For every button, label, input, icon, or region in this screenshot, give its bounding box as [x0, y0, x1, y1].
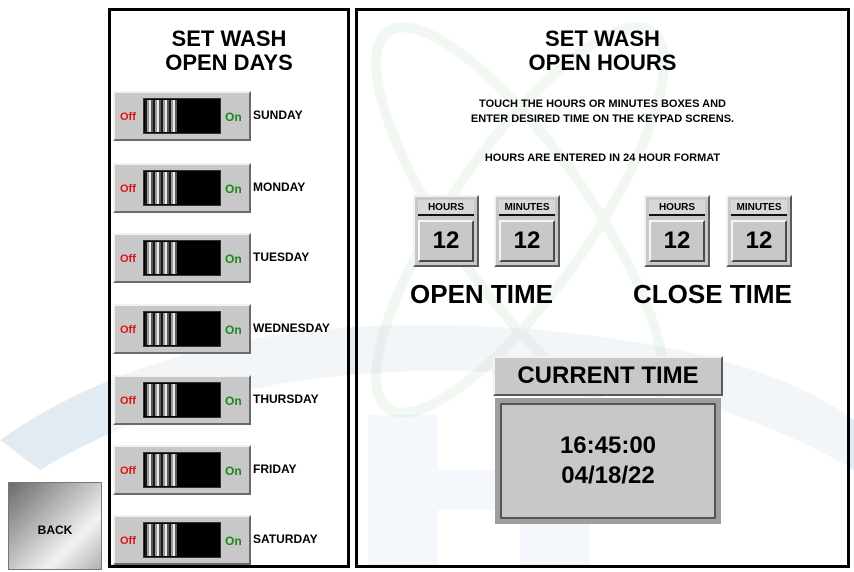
on-label: On [225, 182, 242, 196]
toggle-body [143, 98, 221, 134]
open-time-label: OPEN TIME [410, 279, 554, 309]
toggle-lever [145, 242, 177, 274]
day-row-friday: Off On FRIDAY [113, 445, 349, 495]
instructions-line1: TOUCH THE HOURS OR MINUTES BOXES AND [479, 98, 726, 110]
current-time-frame: 16:45:00 04/18/22 [495, 398, 721, 524]
toggle-lever [145, 384, 177, 416]
off-label: Off [120, 535, 136, 547]
day-label-friday: FRIDAY [253, 462, 297, 476]
minutes-label: MINUTES [731, 200, 787, 216]
toggle-body [143, 452, 221, 488]
open-hours-title: SET WASH OPEN HOURS [358, 27, 847, 75]
open-hours-title-line2: OPEN HOURS [528, 50, 677, 75]
saturday-toggle-switch[interactable]: Off On [113, 515, 251, 565]
toggle-body [143, 311, 221, 347]
on-label: On [225, 534, 242, 548]
toggle-lever [145, 100, 177, 132]
back-button-label: BACK [37, 523, 73, 537]
instructions-text: TOUCH THE HOURS OR MINUTES BOXES AND ENT… [358, 97, 847, 127]
friday-toggle-switch[interactable]: Off On [113, 445, 251, 495]
wednesday-toggle-switch[interactable]: Off On [113, 304, 251, 354]
hours-label: HOURS [649, 200, 705, 216]
day-row-monday: Off On MONDAY [113, 163, 349, 213]
open-hours-title-line1: SET WASH [545, 26, 660, 51]
off-label: Off [120, 465, 136, 477]
toggle-body [143, 240, 221, 276]
open-hours-panel: SET WASH OPEN HOURS TOUCH THE HOURS OR M… [355, 8, 850, 568]
day-row-saturday: Off On SATURDAY [113, 515, 349, 565]
on-label: On [225, 464, 242, 478]
day-label-sunday: SUNDAY [253, 108, 303, 122]
open-days-panel: SET WASH OPEN DAYS Off On SUNDAY Off On … [108, 8, 350, 568]
toggle-lever [145, 524, 177, 556]
current-time-readout: 16:45:00 04/18/22 [500, 403, 716, 519]
toggle-body [143, 170, 221, 206]
toggle-lever [145, 172, 177, 204]
toggle-lever [145, 454, 177, 486]
off-label: Off [120, 324, 136, 336]
instructions-line2: ENTER DESIRED TIME ON THE KEYPAD SCRENS. [470, 113, 735, 125]
minutes-label: MINUTES [499, 200, 555, 216]
toggle-lever [145, 313, 177, 345]
day-label-saturday: SATURDAY [253, 532, 318, 546]
off-label: Off [120, 183, 136, 195]
on-label: On [225, 323, 242, 337]
day-label-wednesday: WEDNESDAY [253, 321, 330, 335]
off-label: Off [120, 111, 136, 123]
current-time-value: 16:45:00 [559, 432, 657, 459]
day-label-monday: MONDAY [253, 180, 306, 194]
off-label: Off [120, 395, 136, 407]
day-label-tuesday: TUESDAY [253, 250, 310, 264]
toggle-body [143, 522, 221, 558]
close-hours-value: 12 [649, 220, 705, 262]
close-minutes-box[interactable]: MINUTES 12 [726, 195, 792, 267]
day-row-thursday: Off On THURSDAY [113, 375, 349, 425]
monday-toggle-switch[interactable]: Off On [113, 163, 251, 213]
on-label: On [225, 394, 242, 408]
thursday-toggle-switch[interactable]: Off On [113, 375, 251, 425]
day-label-thursday: THURSDAY [253, 392, 319, 406]
format-note: HOURS ARE ENTERED IN 24 HOUR FORMAT [484, 152, 721, 164]
sunday-toggle-switch[interactable]: Off On [113, 91, 251, 141]
back-button[interactable]: BACK [8, 482, 102, 570]
open-hours-box[interactable]: HOURS 12 [413, 195, 479, 267]
current-date-value: 04/18/22 [561, 462, 655, 489]
open-minutes-box[interactable]: MINUTES 12 [494, 195, 560, 267]
on-label: On [225, 252, 242, 266]
day-row-sunday: Off On SUNDAY [113, 91, 349, 141]
open-minutes-value: 12 [499, 220, 555, 262]
on-label: On [225, 110, 242, 124]
current-time-display: CURRENT TIME 16:45:00 04/18/22 [493, 356, 723, 528]
day-row-wednesday: Off On WEDNESDAY [113, 304, 349, 354]
toggle-body [143, 382, 221, 418]
hours-label: HOURS [418, 200, 474, 216]
tuesday-toggle-switch[interactable]: Off On [113, 233, 251, 283]
day-row-tuesday: Off On TUESDAY [113, 233, 349, 283]
close-time-label: CLOSE TIME [633, 279, 792, 309]
off-label: Off [120, 253, 136, 265]
current-time-title: CURRENT TIME [493, 356, 723, 396]
open-days-title-line2: OPEN DAYS [165, 50, 293, 75]
open-hours-value: 12 [418, 220, 474, 262]
open-days-title: SET WASH OPEN DAYS [111, 27, 347, 75]
close-minutes-value: 12 [731, 220, 787, 262]
open-days-title-line1: SET WASH [171, 26, 287, 51]
close-hours-box[interactable]: HOURS 12 [644, 195, 710, 267]
